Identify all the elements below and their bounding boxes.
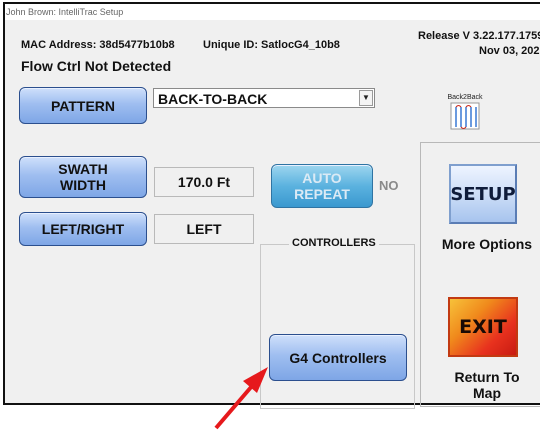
arrow-shaft	[214, 384, 254, 430]
annotation-arrow	[214, 367, 268, 430]
